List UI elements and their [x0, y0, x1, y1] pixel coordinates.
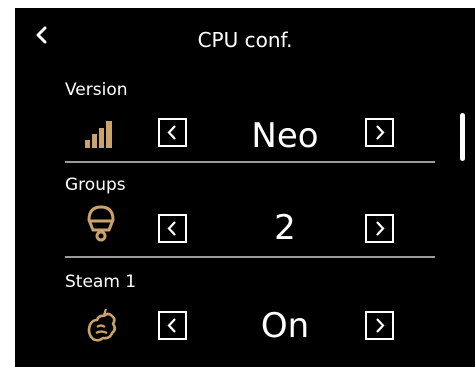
groups-next-button[interactable]: [365, 214, 394, 243]
steam-icon: [87, 308, 117, 342]
scrollbar[interactable]: [460, 113, 465, 161]
groups-value: 2: [274, 208, 296, 248]
chevron-left-icon: [167, 318, 176, 333]
divider: [65, 161, 435, 163]
chevron-left-icon: [167, 125, 176, 140]
steam1-label: Steam 1: [65, 272, 137, 292]
group-head-icon: [87, 205, 115, 242]
version-value: Neo: [251, 116, 319, 156]
version-next-button[interactable]: [365, 118, 394, 147]
steam1-value: On: [260, 306, 310, 346]
chevron-right-icon: [376, 318, 385, 333]
chevron-right-icon: [376, 221, 385, 236]
steam1-prev-button[interactable]: [158, 311, 187, 340]
divider: [65, 256, 435, 258]
chevron-left-icon: [167, 221, 176, 236]
signal-bars-icon: [85, 121, 112, 148]
groups-label: Groups: [65, 175, 126, 195]
steam1-next-button[interactable]: [365, 311, 394, 340]
page-title: CPU conf.: [197, 28, 293, 52]
version-label: Version: [65, 80, 128, 100]
chevron-right-icon: [376, 125, 385, 140]
version-prev-button[interactable]: [158, 118, 187, 147]
groups-prev-button[interactable]: [158, 214, 187, 243]
cpu-config-screen: CPU conf. Version Neo Groups 2 Steam 1 O…: [15, 8, 475, 367]
